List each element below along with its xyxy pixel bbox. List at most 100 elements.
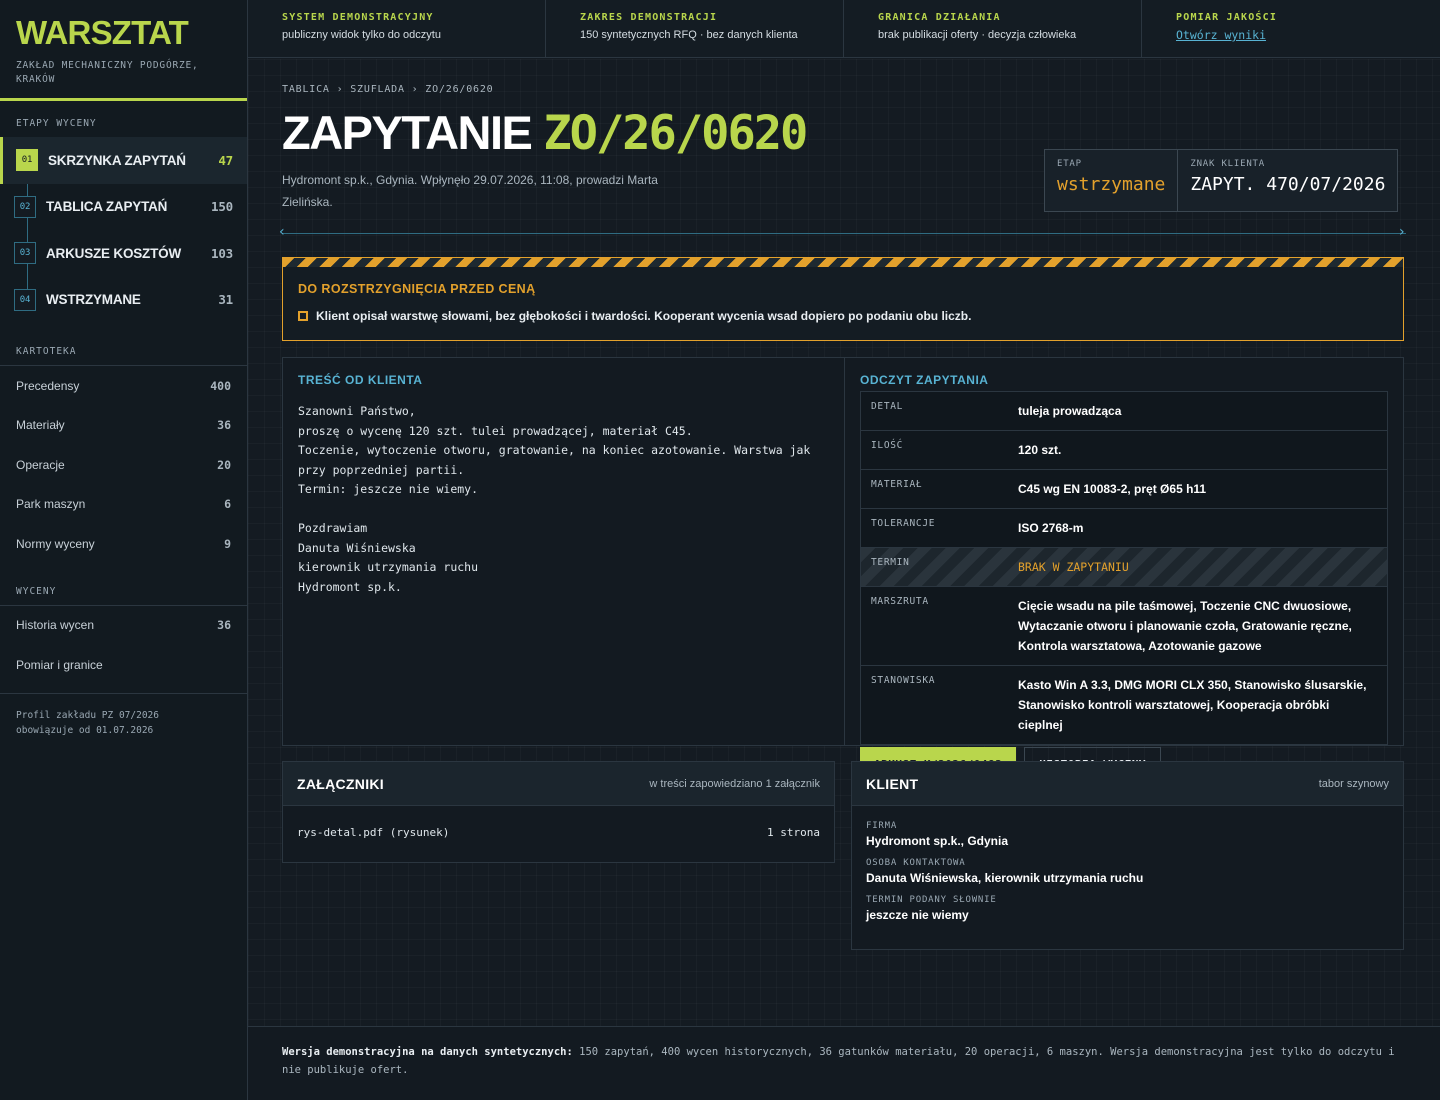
breadcrumb-szuflada[interactable]: SZUFLADA xyxy=(350,84,405,95)
breadcrumb-separator: › xyxy=(336,84,344,95)
table-row: DETAL tuleja prowadząca xyxy=(861,392,1387,431)
breadcrumb-separator: › xyxy=(411,84,419,95)
stage-number: 03 xyxy=(14,242,36,265)
breadcrumb-tablica[interactable]: TABLICA xyxy=(282,84,330,95)
chevron-left-icon[interactable]: ‹ xyxy=(279,224,285,240)
top-info-bar: SYSTEM DEMONSTRACYJNY publiczny widok ty… xyxy=(248,0,1440,58)
stage-number: 02 xyxy=(14,195,36,218)
brand: WARSZTAT ZAKŁAD MECHANICZNY PODGÓRZE, KR… xyxy=(0,0,247,101)
page-subtitle: Hydromont sp.k., Gdynia. Wpłynęło 29.07.… xyxy=(282,173,658,209)
sidebar-item-label: Precedensy xyxy=(16,378,80,393)
client-note: tabor szynowy xyxy=(1318,777,1389,790)
sidebar-item-operacje[interactable]: Operacje 20 xyxy=(0,445,247,485)
table-row: MARSZRUTA Cięcie wsadu na pile taśmowej,… xyxy=(861,587,1387,666)
attachments-title: ZAŁĄCZNIKI xyxy=(297,775,384,792)
checkbox-icon[interactable] xyxy=(298,311,308,321)
sidebar-item-label: TABLICA ZAPYTAŃ xyxy=(46,199,168,215)
sidebar-item-label: Operacje xyxy=(16,457,65,472)
sidebar-item-normy-wyceny[interactable]: Normy wyceny 9 xyxy=(0,524,247,564)
open-results-link[interactable]: Otwórz wyniki xyxy=(1176,28,1266,42)
row-key: TOLERANCJE xyxy=(871,518,936,529)
sidebar-item-precedensy[interactable]: Precedensy 400 xyxy=(0,366,247,406)
row-key: MARSZRUTA xyxy=(871,596,929,607)
table-row-missing: TERMIN BRAK W ZAPYTANIU xyxy=(861,548,1387,587)
info-heading: ZAKRES DEMONSTRACJI xyxy=(580,12,718,23)
hazard-stripe xyxy=(283,258,1403,267)
sidebar-item-label: Normy wyceny xyxy=(16,536,95,551)
profile-info: Profil zakładu PZ 07/2026 obowiązuje od … xyxy=(0,694,247,752)
sidebar-item-park-maszyn[interactable]: Park maszyn 6 xyxy=(0,485,247,525)
field-value: Hydromont sp.k., Gdynia xyxy=(866,834,1009,848)
stage-cell: ETAP wstrzymane xyxy=(1045,150,1179,211)
sidebar-item-count: 31 xyxy=(218,292,233,308)
info-system: SYSTEM DEMONSTRACYJNY publiczny widok ty… xyxy=(248,0,546,57)
row-value: Kasto Win A 3.3, DMG MORI CLX 350, Stano… xyxy=(1018,678,1367,732)
warning-item: Klient opisał warstwę słowami, bez głębo… xyxy=(283,296,1403,323)
warning-title: DO ROZSTRZYGNIĘCIA PRZED CENĄ xyxy=(298,282,536,296)
title-code: ZO/26/0620 xyxy=(543,106,808,161)
sidebar-item-arkusze-kosztow[interactable]: 03 ARKUSZE KOSZTÓW 103 xyxy=(0,230,247,277)
client-text-heading: TREŚĆ OD KLIENTA xyxy=(298,373,423,387)
info-heading: POMIAR JAKOŚCI xyxy=(1176,12,1278,23)
attachments-card: ZAŁĄCZNIKI w treści zapowiedziano 1 załą… xyxy=(282,761,835,863)
field-label: OSOBA KONTAKTOWA xyxy=(866,858,966,868)
stages-heading: ETAPY WYCENY xyxy=(16,118,97,129)
client-ref-label: ZNAK KLIENTA xyxy=(1190,159,1265,169)
wyceny-nav: Historia wycen 36 Pomiar i granice xyxy=(0,606,247,685)
info-quality: POMIAR JAKOŚCI Otwórz wyniki xyxy=(1142,0,1440,57)
info-text: publiczny widok tylko do odczytu xyxy=(282,29,441,41)
footer: Wersja demonstracyjna na danych syntetyc… xyxy=(248,1026,1440,1100)
wyceny-heading: WYCENY xyxy=(16,585,57,597)
field-label: TERMIN PODANY SŁOWNIE xyxy=(866,895,997,905)
app-root: WARSZTAT ZAKŁAD MECHANICZNY PODGÓRZE, KR… xyxy=(0,0,1440,1100)
row-value: tuleja prowadząca xyxy=(1018,404,1122,418)
footer-lead: Wersja demonstracyjna na danych syntetyc… xyxy=(282,1046,573,1058)
client-field: OSOBA KONTAKTOWA Danuta Wiśniewska, kier… xyxy=(866,858,1389,885)
client-text-section: TREŚĆ OD KLIENTA Szanowni Państwo, prosz… xyxy=(283,358,845,745)
profile-date: obowiązuje od 01.07.2026 xyxy=(16,724,154,736)
title-prefix: ZAPYTANIE xyxy=(282,106,533,159)
client-field: TERMIN PODANY SŁOWNIE jeszcze nie wiemy xyxy=(866,895,1389,922)
sidebar-item-tablica-zapytan[interactable]: 02 TABLICA ZAPYTAŃ 150 xyxy=(0,184,247,231)
row-key: MATERIAŁ xyxy=(871,479,923,490)
sidebar-item-label: Park maszyn xyxy=(16,497,86,512)
card-header: KLIENT tabor szynowy xyxy=(852,762,1403,806)
attachments-note: w treści zapowiedziano 1 załącznik xyxy=(649,777,820,790)
sidebar-item-skrzynka-zapytan[interactable]: 01 SKRZYNKA ZAPYTAŃ 47 xyxy=(0,137,247,184)
sidebar-item-count: 400 xyxy=(210,378,231,393)
field-value: jeszcze nie wiemy xyxy=(866,908,969,922)
chevron-right-icon[interactable]: › xyxy=(1399,224,1405,240)
sidebar-item-pomiar-i-granice[interactable]: Pomiar i granice xyxy=(0,645,247,685)
info-heading: GRANICA DZIAŁANIA xyxy=(878,12,1001,23)
sidebar-item-count: 150 xyxy=(211,199,233,215)
info-boundary: GRANICA DZIAŁANIA brak publikacji oferty… xyxy=(844,0,1142,57)
sidebar-item-wstrzymane[interactable]: 04 WSTRZYMANE 31 xyxy=(0,277,247,324)
page-title: ZAPYTANIE ZO/26/0620 xyxy=(282,106,808,161)
reading-section: ODCZYT ZAPYTANIA DETAL tuleja prowadząca… xyxy=(845,358,1403,781)
sidebar-item-count: 36 xyxy=(217,618,231,633)
client-ref-value: ZAPYT. 470/07/2026 xyxy=(1190,174,1386,195)
sidebar-item-materialy[interactable]: Materiały 36 xyxy=(0,406,247,446)
sidebar-item-count: 36 xyxy=(217,418,231,433)
row-value: ISO 2768-m xyxy=(1018,521,1084,535)
attachment-item[interactable]: rys-detal.pdf (rysunek) 1 strona xyxy=(283,806,834,859)
client-title: KLIENT xyxy=(866,775,919,792)
sidebar-item-label: Materiały xyxy=(16,418,65,433)
status-badge: wstrzymane xyxy=(1057,174,1166,195)
card-header: ZAŁĄCZNIKI w treści zapowiedziano 1 załą… xyxy=(283,762,834,806)
brand-logo[interactable]: WARSZTAT xyxy=(16,16,231,50)
table-row: MATERIAŁ C45 wg EN 10083-2, pręt Ø65 h11 xyxy=(861,470,1387,509)
reading-table: DETAL tuleja prowadząca ILOŚĆ 120 szt. M… xyxy=(860,391,1388,745)
stage-number: 04 xyxy=(14,288,36,311)
stages-nav: 01 SKRZYNKA ZAPYTAŃ 47 02 TABLICA ZAPYTA… xyxy=(0,137,247,323)
status-stamp: ETAP wstrzymane ZNAK KLIENTA ZAPYT. 470/… xyxy=(1044,149,1399,212)
profile-line: Profil zakładu PZ 07/2026 xyxy=(16,709,159,721)
sidebar-item-count: 20 xyxy=(217,457,231,472)
sidebar-item-historia-wycen[interactable]: Historia wycen 36 xyxy=(0,606,247,646)
client-field: FIRMA Hydromont sp.k., Gdynia xyxy=(866,821,1389,848)
section-divider xyxy=(282,233,1406,234)
client-fields: FIRMA Hydromont sp.k., Gdynia OSOBA KONT… xyxy=(852,806,1403,922)
sidebar-item-label: WSTRZYMANE xyxy=(46,292,141,308)
row-value-missing: BRAK W ZAPYTANIU xyxy=(1018,560,1129,574)
breadcrumb-current: ZO/26/0620 xyxy=(425,84,494,95)
